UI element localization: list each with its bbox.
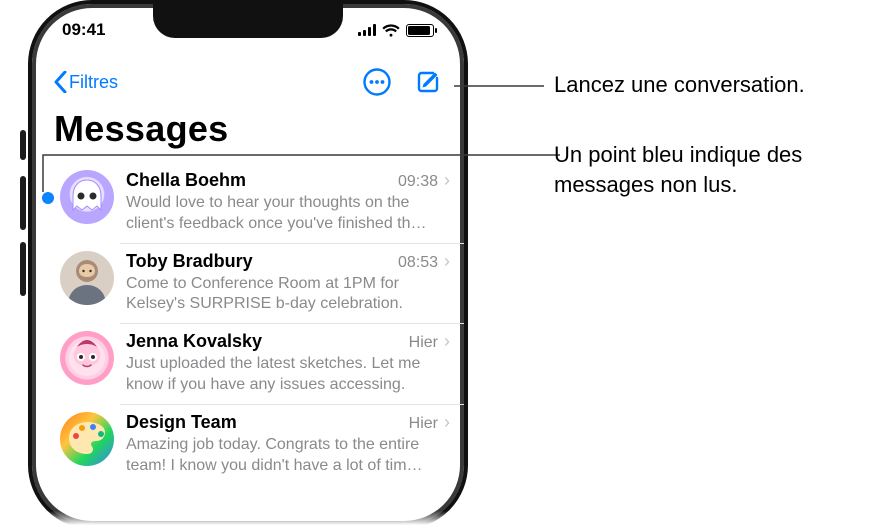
avatar <box>60 412 114 466</box>
conversation-name: Toby Bradbury <box>126 251 390 272</box>
conversation-time: Hier <box>409 334 438 352</box>
phone-ringer-switch <box>20 130 26 160</box>
conversation-preview: Come to Conference Room at 1PM for Kelse… <box>126 274 450 316</box>
conversation-row[interactable]: Design Team Hier › Amazing job today. Co… <box>32 404 464 485</box>
conversation-preview: Just uploaded the latest sketches. Let m… <box>126 354 450 396</box>
cellular-signal-icon <box>358 24 376 36</box>
phone-volume-down-button <box>20 242 26 296</box>
chevron-right-icon: › <box>444 252 450 270</box>
more-button[interactable] <box>362 67 392 97</box>
status-bar: 09:41 <box>32 18 464 42</box>
conversation-time: 08:53 <box>398 254 438 272</box>
page-title: Messages <box>54 108 229 150</box>
conversation-name: Design Team <box>126 412 401 433</box>
chevron-right-icon: › <box>444 413 450 431</box>
ellipsis-circle-icon <box>362 67 392 97</box>
avatar <box>60 331 114 385</box>
callout-leader-line <box>454 76 544 96</box>
battery-icon <box>406 24 434 37</box>
callout-compose: Lancez une conversation. <box>554 70 805 100</box>
compose-button[interactable] <box>414 68 442 96</box>
conversation-row[interactable]: Jenna Kovalsky Hier › Just uploaded the … <box>32 323 464 404</box>
wifi-icon <box>382 23 400 37</box>
chevron-right-icon: › <box>444 332 450 350</box>
conversation-name: Jenna Kovalsky <box>126 331 401 352</box>
conversation-time: Hier <box>409 415 438 433</box>
conversation-list: Chella Boehm 09:38 › Would love to hear … <box>32 162 464 484</box>
conversation-preview: Amazing job today. Congrats to the entir… <box>126 435 450 477</box>
nav-bar: Filtres <box>32 64 464 100</box>
back-button[interactable]: Filtres <box>54 71 118 93</box>
fade-mask <box>20 511 476 531</box>
conversation-row[interactable]: Toby Bradbury 08:53 › Come to Conference… <box>32 243 464 324</box>
callout-leader-line <box>40 152 560 202</box>
chevron-left-icon <box>54 71 67 93</box>
status-time: 09:41 <box>62 20 105 40</box>
iphone-frame: 09:41 Filtres M <box>28 0 468 529</box>
phone-volume-up-button <box>20 176 26 230</box>
back-label: Filtres <box>69 72 118 93</box>
compose-icon <box>414 68 442 96</box>
avatar <box>60 251 114 305</box>
callout-unread: Un point bleu indique des messages non l… <box>554 140 864 199</box>
